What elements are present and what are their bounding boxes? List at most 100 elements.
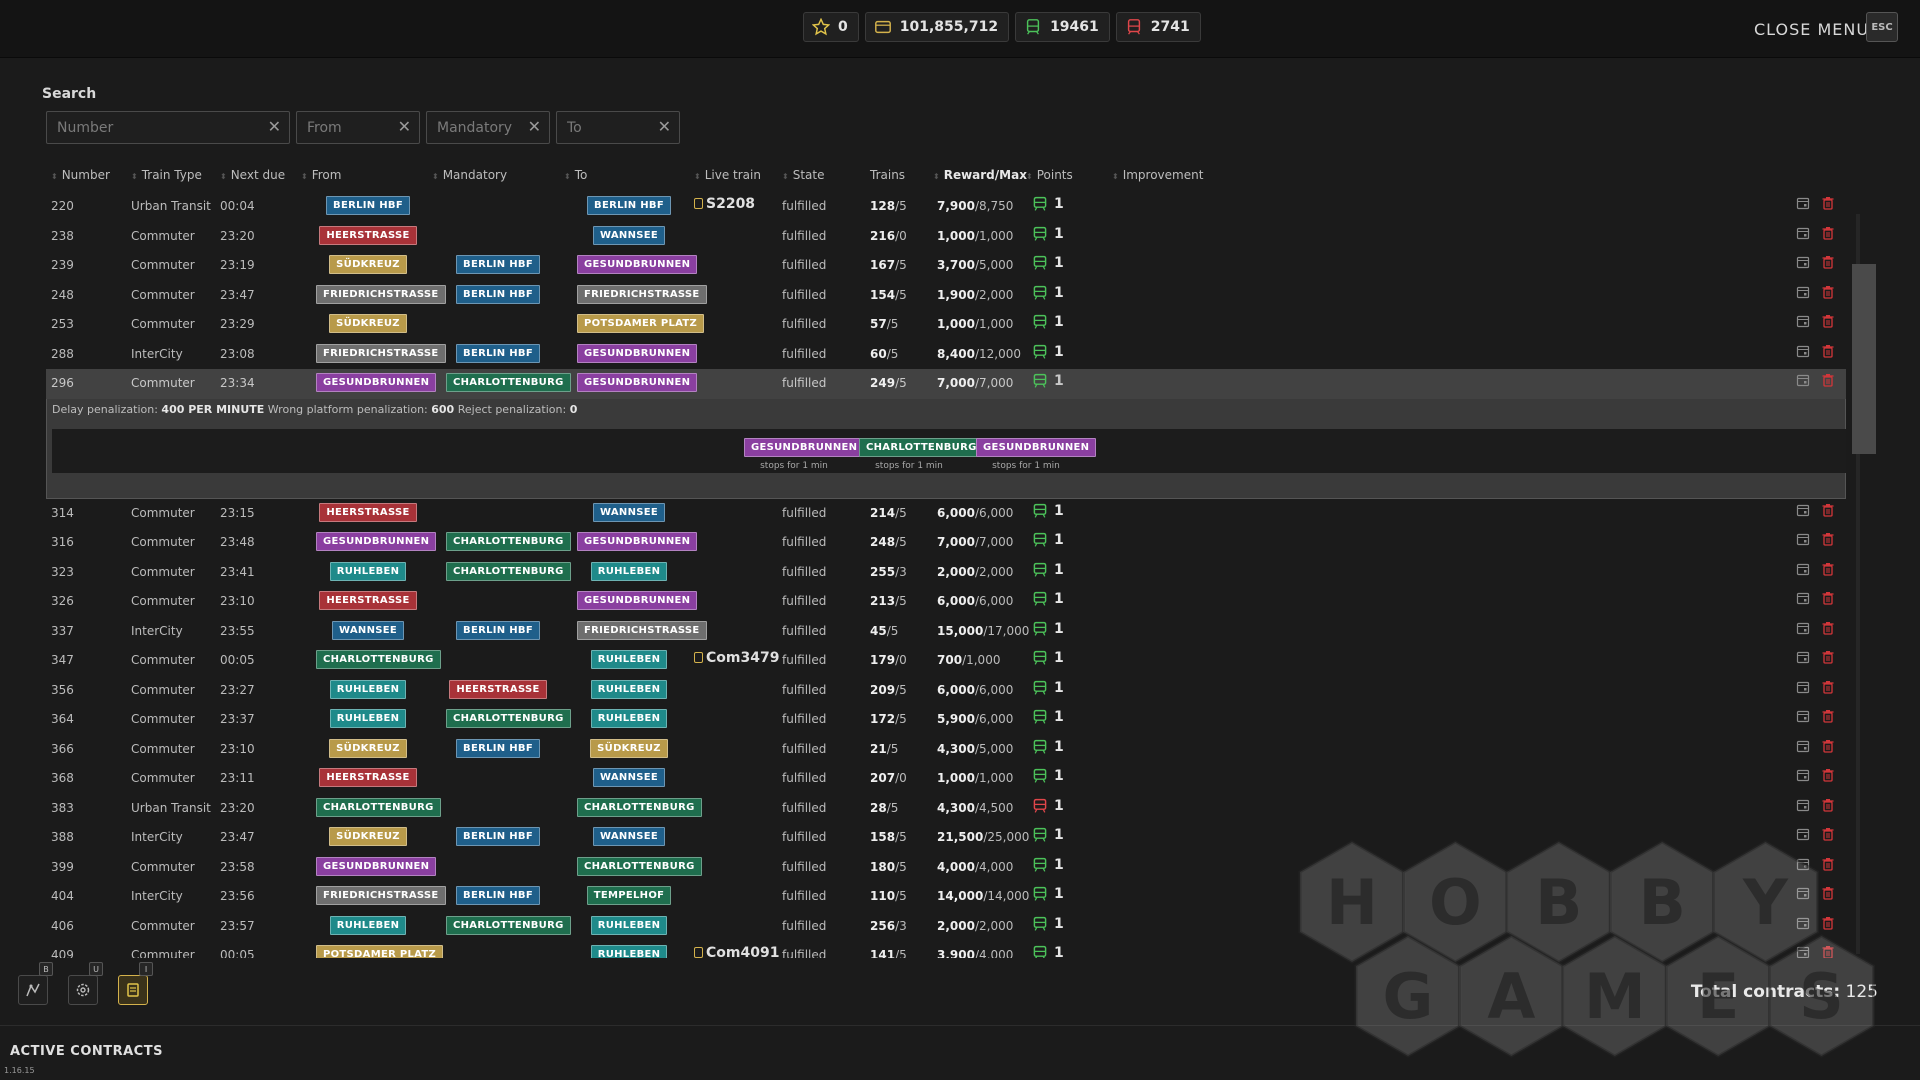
delete-button[interactable]	[1821, 916, 1835, 933]
header-mandatory[interactable]: ⬍ Mandatory	[432, 168, 507, 182]
trash-icon[interactable]	[1821, 591, 1835, 605]
delete-button[interactable]	[1821, 827, 1835, 844]
edit-button[interactable]	[1796, 255, 1810, 272]
delete-button[interactable]	[1821, 857, 1835, 874]
close-menu-button[interactable]: CLOSE MENU	[1754, 20, 1869, 39]
map-tool-button[interactable]: B	[18, 962, 53, 1005]
trash-icon[interactable]	[1821, 503, 1835, 517]
table-row[interactable]: 220 Urban Transit 00:04 Berlin HBF Berlin HB…	[46, 192, 1846, 222]
edit-button[interactable]	[1796, 344, 1810, 361]
calendar-icon[interactable]	[1796, 503, 1810, 517]
calendar-icon[interactable]	[1796, 226, 1810, 240]
edit-button[interactable]	[1796, 196, 1810, 213]
clear-number-icon[interactable]: ✕	[268, 118, 281, 136]
delete-button[interactable]	[1821, 255, 1835, 272]
table-row[interactable]: 316 Commuter 23:48 Gesundbrunnen Charlottenb…	[46, 528, 1846, 558]
number-input[interactable]	[47, 112, 289, 143]
delete-button[interactable]	[1821, 739, 1835, 756]
calendar-icon[interactable]	[1796, 827, 1810, 841]
calendar-icon[interactable]	[1796, 562, 1810, 576]
delete-button[interactable]	[1821, 621, 1835, 638]
calendar-icon[interactable]	[1796, 591, 1810, 605]
trash-icon[interactable]	[1821, 945, 1835, 958]
calendar-icon[interactable]	[1796, 650, 1810, 664]
delete-button[interactable]	[1821, 886, 1835, 903]
trash-icon[interactable]	[1821, 827, 1835, 841]
delete-button[interactable]	[1821, 285, 1835, 302]
header-number[interactable]: ⬍ Number	[51, 168, 110, 182]
delete-button[interactable]	[1821, 680, 1835, 697]
delete-button[interactable]	[1821, 344, 1835, 361]
edit-button[interactable]	[1796, 562, 1810, 579]
edit-button[interactable]	[1796, 373, 1810, 390]
trash-icon[interactable]	[1821, 285, 1835, 299]
calendar-icon[interactable]	[1796, 621, 1810, 635]
edit-button[interactable]	[1796, 591, 1810, 608]
delete-button[interactable]	[1821, 314, 1835, 331]
header-from[interactable]: ⬍ From	[301, 168, 341, 182]
trash-icon[interactable]	[1821, 739, 1835, 753]
edit-button[interactable]	[1796, 768, 1810, 785]
delete-button[interactable]	[1821, 768, 1835, 785]
trash-icon[interactable]	[1821, 314, 1835, 328]
settings-tool-button[interactable]: U	[68, 962, 103, 1005]
live-train-cell[interactable]: Com3479	[694, 650, 779, 666]
table-row[interactable]: 383 Urban Transit 23:20 Charlottenburg Charl…	[46, 794, 1846, 824]
table-row[interactable]: 364 Commuter 23:37 Ruhleben Charlottenburg Ru…	[46, 705, 1846, 735]
calendar-icon[interactable]	[1796, 798, 1810, 812]
trash-icon[interactable]	[1821, 562, 1835, 576]
trash-icon[interactable]	[1821, 373, 1835, 387]
delete-button[interactable]	[1821, 945, 1835, 958]
edit-button[interactable]	[1796, 503, 1810, 520]
trash-icon[interactable]	[1821, 255, 1835, 269]
scrollbar-thumb[interactable]	[1852, 264, 1876, 454]
table-row[interactable]: 388 InterCity 23:47 Südkreuz Berlin HBF Wanns…	[46, 823, 1846, 853]
contracts-tool-button[interactable]: I	[118, 962, 153, 1005]
table-row[interactable]: 366 Commuter 23:10 Südkreuz Berlin HBF Südkre…	[46, 735, 1846, 765]
edit-button[interactable]	[1796, 285, 1810, 302]
header-to[interactable]: ⬍ To	[564, 168, 587, 182]
calendar-icon[interactable]	[1796, 344, 1810, 358]
header-train-type[interactable]: ⬍ Train Type	[131, 168, 202, 182]
table-row[interactable]: 368 Commuter 23:11 Heerstraße Wannsee fulfill…	[46, 764, 1846, 794]
calendar-icon[interactable]	[1796, 680, 1810, 694]
calendar-icon[interactable]	[1796, 739, 1810, 753]
delete-button[interactable]	[1821, 503, 1835, 520]
calendar-icon[interactable]	[1796, 532, 1810, 546]
trash-icon[interactable]	[1821, 226, 1835, 240]
calendar-icon[interactable]	[1796, 886, 1810, 900]
clear-to-icon[interactable]: ✕	[658, 118, 671, 136]
table-row[interactable]: 323 Commuter 23:41 Ruhleben Charlottenburg Ru…	[46, 558, 1846, 588]
table-row[interactable]: 239 Commuter 23:19 Südkreuz Berlin HBF Gesund…	[46, 251, 1846, 281]
edit-button[interactable]	[1796, 739, 1810, 756]
calendar-icon[interactable]	[1796, 285, 1810, 299]
edit-button[interactable]	[1796, 916, 1810, 933]
table-row[interactable]: 238 Commuter 23:20 Heerstraße Wannsee fulfill…	[46, 222, 1846, 252]
delete-button[interactable]	[1821, 373, 1835, 390]
calendar-icon[interactable]	[1796, 945, 1810, 958]
calendar-icon[interactable]	[1796, 768, 1810, 782]
edit-button[interactable]	[1796, 945, 1810, 958]
clear-mandatory-icon[interactable]: ✕	[528, 118, 541, 136]
header-state[interactable]: ⬍ State	[782, 168, 824, 182]
edit-button[interactable]	[1796, 680, 1810, 697]
edit-button[interactable]	[1796, 650, 1810, 667]
live-train-cell[interactable]: S2208	[694, 196, 755, 212]
calendar-icon[interactable]	[1796, 196, 1810, 210]
delete-button[interactable]	[1821, 562, 1835, 579]
table-row[interactable]: 409 Commuter 00:05 Potsdamer Platz Ruhleben C…	[46, 941, 1846, 958]
delete-button[interactable]	[1821, 650, 1835, 667]
table-row[interactable]: 288 InterCity 23:08 Friedrichstraße Berlin H…	[46, 340, 1846, 370]
trash-icon[interactable]	[1821, 857, 1835, 871]
header-next-due[interactable]: ⬍ Next due	[220, 168, 285, 182]
delete-button[interactable]	[1821, 532, 1835, 549]
trash-icon[interactable]	[1821, 886, 1835, 900]
edit-button[interactable]	[1796, 226, 1810, 243]
trash-icon[interactable]	[1821, 344, 1835, 358]
delete-button[interactable]	[1821, 709, 1835, 726]
clear-from-icon[interactable]: ✕	[398, 118, 411, 136]
trash-icon[interactable]	[1821, 916, 1835, 930]
trash-icon[interactable]	[1821, 798, 1835, 812]
table-row[interactable]: 326 Commuter 23:10 Heerstraße Gesundbrunnen f…	[46, 587, 1846, 617]
delete-button[interactable]	[1821, 591, 1835, 608]
